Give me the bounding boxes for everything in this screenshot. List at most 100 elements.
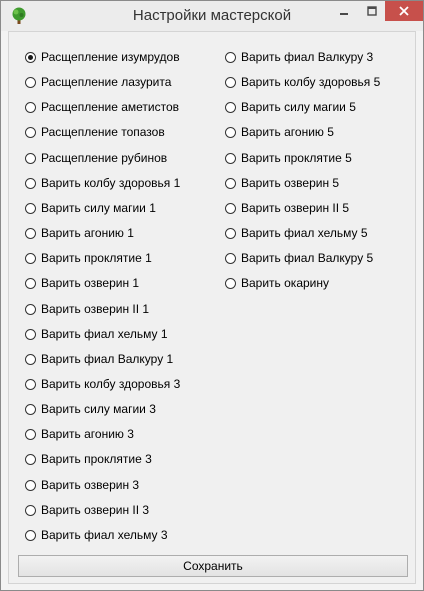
recipe-option[interactable]: Варить окарину	[225, 274, 329, 292]
radio-label[interactable]: Варить фиал Валкуру 5	[241, 251, 373, 265]
maximize-icon	[367, 6, 377, 16]
recipe-option[interactable]: Варить агонию 5	[225, 123, 334, 141]
recipe-option[interactable]: Варить колбу здоровья 3	[25, 375, 180, 393]
recipe-option[interactable]: Варить фиал Валкуру 1	[25, 350, 173, 368]
recipe-option[interactable]: Варить проклятие 1	[25, 249, 152, 267]
radio-label[interactable]: Варить озверин 5	[241, 176, 339, 190]
recipe-option[interactable]: Варить озверин II 3	[25, 501, 149, 519]
radio-button[interactable]	[25, 403, 36, 415]
radio-label[interactable]: Варить проклятие 3	[41, 452, 152, 466]
save-button[interactable]: Сохранить	[18, 555, 408, 577]
radio-label[interactable]: Варить колбу здоровья 3	[41, 377, 180, 391]
radio-button[interactable]	[225, 101, 236, 113]
radio-label[interactable]: Варить озверин 1	[41, 276, 139, 290]
radio-button[interactable]	[25, 453, 36, 465]
radio-label[interactable]: Варить фиал Валкуру 1	[41, 352, 173, 366]
radio-label[interactable]: Варить фиал хельму 3	[41, 528, 168, 542]
radio-label[interactable]: Расщепление лазурита	[41, 75, 171, 89]
recipe-option[interactable]: Варить фиал Валкуру 5	[225, 249, 373, 267]
radio-button[interactable]	[25, 428, 36, 440]
minimize-button[interactable]	[329, 1, 359, 21]
recipe-option[interactable]: Варить фиал хельму 1	[25, 325, 168, 343]
radio-button[interactable]	[25, 328, 36, 340]
radio-button[interactable]	[25, 227, 36, 239]
radio-button[interactable]	[25, 177, 36, 189]
radio-label[interactable]: Варить проклятие 5	[241, 151, 352, 165]
recipe-option[interactable]: Варить фиал Валкуру 3	[225, 48, 373, 66]
recipe-option[interactable]: Варить проклятие 3	[25, 450, 152, 468]
radio-label[interactable]: Варить фиал хельму 5	[241, 226, 368, 240]
radio-button[interactable]	[25, 252, 36, 264]
radio-label[interactable]: Варить окарину	[241, 276, 329, 290]
radio-label[interactable]: Варить агонию 3	[41, 427, 134, 441]
radio-button[interactable]	[25, 529, 36, 541]
radio-label[interactable]: Расщепление рубинов	[41, 151, 167, 165]
recipe-option[interactable]: Варить силу магии 5	[225, 98, 356, 116]
recipe-option[interactable]: Расщепление рубинов	[25, 149, 167, 167]
recipe-option[interactable]: Варить агонию 3	[25, 425, 134, 443]
recipe-option[interactable]: Варить силу магии 3	[25, 400, 156, 418]
radio-button[interactable]	[225, 51, 236, 63]
radio-button[interactable]	[25, 378, 36, 390]
radio-button[interactable]	[225, 126, 236, 138]
recipe-option[interactable]: Расщепление аметистов	[25, 98, 179, 116]
radio-label[interactable]: Расщепление изумрудов	[41, 50, 180, 64]
recipe-option[interactable]: Варить силу магии 1	[25, 199, 156, 217]
radio-label[interactable]: Варить силу магии 5	[241, 100, 356, 114]
radio-button[interactable]	[225, 227, 236, 239]
radio-label[interactable]: Варить проклятие 1	[41, 251, 152, 265]
radio-button[interactable]	[25, 76, 36, 88]
radio-label[interactable]: Варить фиал хельму 1	[41, 327, 168, 341]
settings-window: Настройки мастерской Расщепление изумруд…	[0, 0, 424, 591]
recipe-option[interactable]: Расщепление топазов	[25, 123, 165, 141]
recipe-option[interactable]: Варить фиал хельму 5	[225, 224, 368, 242]
radio-label[interactable]: Варить колбу здоровья 5	[241, 75, 380, 89]
radio-label[interactable]: Варить озверин II 1	[41, 302, 149, 316]
recipe-option[interactable]: Варить фиал хельму 3	[25, 526, 168, 544]
radio-label[interactable]: Варить агонию 5	[241, 125, 334, 139]
radio-button[interactable]	[25, 353, 36, 365]
radio-button[interactable]	[25, 51, 36, 63]
recipe-option[interactable]: Расщепление изумрудов	[25, 48, 180, 66]
radio-label[interactable]: Варить силу магии 1	[41, 201, 156, 215]
radio-label[interactable]: Варить озверин II 5	[241, 201, 349, 215]
radio-button[interactable]	[25, 479, 36, 491]
radio-label[interactable]: Варить колбу здоровья 1	[41, 176, 180, 190]
radio-button[interactable]	[25, 126, 36, 138]
recipe-option[interactable]: Варить озверин II 5	[225, 199, 349, 217]
recipe-option[interactable]: Варить озверин 5	[225, 174, 339, 192]
recipe-option[interactable]: Варить агонию 1	[25, 224, 134, 242]
recipe-option[interactable]: Варить озверин 1	[25, 274, 139, 292]
radio-label[interactable]: Расщепление топазов	[41, 125, 165, 139]
recipe-option[interactable]: Варить колбу здоровья 5	[225, 73, 380, 91]
minimize-icon	[340, 13, 348, 15]
radio-button[interactable]	[25, 101, 36, 113]
recipe-option[interactable]: Варить колбу здоровья 1	[25, 174, 180, 192]
radio-button[interactable]	[25, 152, 36, 164]
radio-button[interactable]	[225, 202, 236, 214]
radio-button[interactable]	[225, 277, 236, 289]
workshop-settings-panel: Расщепление изумрудов Расщепление лазурит…	[8, 31, 416, 584]
radio-button[interactable]	[25, 277, 36, 289]
radio-label[interactable]: Варить озверин II 3	[41, 503, 149, 517]
recipe-option[interactable]: Расщепление лазурита	[25, 73, 171, 91]
radio-button[interactable]	[225, 177, 236, 189]
radio-label[interactable]: Расщепление аметистов	[41, 100, 179, 114]
radio-button[interactable]	[225, 252, 236, 264]
radio-button[interactable]	[225, 76, 236, 88]
radio-label[interactable]: Варить силу магии 3	[41, 402, 156, 416]
radio-label[interactable]: Варить озверин 3	[41, 478, 139, 492]
close-icon	[399, 6, 409, 16]
close-button[interactable]	[385, 1, 423, 21]
radio-button[interactable]	[225, 152, 236, 164]
radio-button[interactable]	[25, 504, 36, 516]
recipe-option[interactable]: Варить озверин 3	[25, 476, 139, 494]
title-bar[interactable]: Настройки мастерской	[1, 1, 423, 31]
radio-label[interactable]: Варить агонию 1	[41, 226, 134, 240]
radio-button[interactable]	[25, 303, 36, 315]
maximize-button[interactable]	[359, 1, 385, 21]
recipe-option[interactable]: Варить озверин II 1	[25, 300, 149, 318]
recipe-option[interactable]: Варить проклятие 5	[225, 149, 352, 167]
radio-label[interactable]: Варить фиал Валкуру 3	[241, 50, 373, 64]
radio-button[interactable]	[25, 202, 36, 214]
